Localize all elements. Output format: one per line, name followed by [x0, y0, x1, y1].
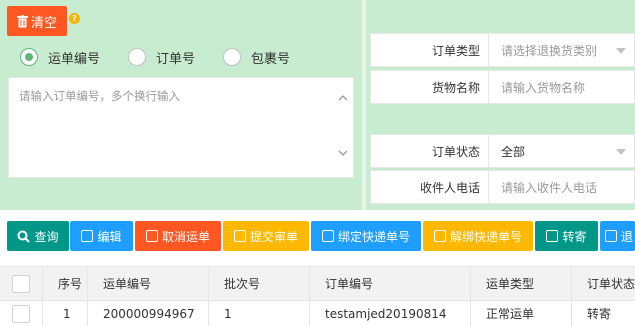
trash-icon: [16, 14, 28, 28]
panel-divider: [362, 0, 366, 210]
waybill-table: 序号 运单编号 批次号 订单编号 运单类型 订单状态 1 20000099496…: [0, 266, 635, 326]
radio-waybill-no[interactable]: 运单编号: [20, 48, 100, 67]
radio-label: 订单号: [156, 51, 196, 67]
table-cell: testamjed20190814: [310, 301, 471, 326]
receiver-phone-field: 收件人电话 请输入收件人电话: [370, 170, 635, 204]
query-button[interactable]: 查询: [7, 221, 69, 251]
submit-review-label: 提交审单: [249, 229, 298, 244]
clear-label: 清空: [30, 15, 57, 31]
left-filter-panel: 清空 ? 运单编号 订单号 包裹号 请输入订单编号，多个换行输入: [0, 0, 362, 210]
return-button[interactable]: 退: [600, 221, 635, 251]
table-cell: 转寄: [587, 307, 612, 321]
edit-icon: [321, 230, 334, 242]
edit-label: 编辑: [97, 229, 122, 244]
caret-down-icon: [616, 48, 626, 54]
order-status-field: 订单状态 全部: [370, 134, 635, 168]
unbind-express-label: 解绑快递单号: [449, 229, 522, 244]
chevron-up-icon[interactable]: [336, 92, 350, 104]
column-header: 批次号: [209, 267, 310, 300]
radio-unchecked-icon: [128, 48, 147, 66]
column-header: 运单类型: [471, 267, 572, 300]
receiver-phone-input[interactable]: 请输入收件人电话: [489, 171, 634, 203]
column-header: 运单编号: [88, 267, 209, 300]
cancel-waybill-button[interactable]: 取消运单: [135, 221, 221, 251]
select-all-checkbox[interactable]: [12, 274, 30, 293]
order-numbers-textarea[interactable]: 请输入订单编号，多个换行输入: [8, 77, 354, 178]
cancel-waybill-label: 取消运单: [161, 229, 210, 244]
return-label: 退: [621, 229, 634, 244]
transfer-button[interactable]: 转寄: [535, 221, 598, 251]
row-select-cell: [0, 301, 43, 326]
order-type-field: 订单类型 请选择退换货类别: [370, 33, 635, 67]
goods-name-field: 货物名称 请输入货物名称: [370, 70, 635, 104]
action-toolbar: 查询 编辑 取消运单 提交审单 绑定快递单号 解绑快递单号 转寄 退: [0, 210, 635, 266]
order-type-select[interactable]: 请选择退换货类别: [489, 34, 634, 66]
edit-icon: [546, 230, 559, 242]
goods-name-input[interactable]: 请输入货物名称: [489, 71, 634, 103]
checkbox-icon: [145, 230, 158, 242]
goods-name-label: 货物名称: [371, 71, 489, 103]
edit-icon: [433, 230, 446, 242]
order-status-select[interactable]: 全部: [489, 135, 634, 167]
search-icon: [17, 230, 31, 243]
share-icon: [605, 230, 617, 242]
bind-express-button[interactable]: 绑定快递单号: [311, 221, 421, 251]
radio-label: 运单编号: [48, 51, 101, 67]
radio-checked-icon: [20, 48, 38, 66]
order-status-value: 全部: [501, 144, 526, 159]
radio-label: 包裹号: [251, 51, 291, 67]
table-cell: 正常运单: [471, 301, 572, 326]
radio-package-no[interactable]: 包裹号: [223, 48, 290, 67]
edit-button[interactable]: 编辑: [70, 221, 133, 251]
checkbox-icon: [233, 230, 246, 242]
row-checkbox[interactable]: [12, 304, 30, 323]
search-type-radio-group: 运单编号 订单号 包裹号: [20, 46, 318, 68]
column-header: 订单状态: [587, 277, 635, 291]
table-cell: 1: [209, 301, 310, 326]
transfer-label: 转寄: [562, 229, 587, 244]
chevron-down-icon[interactable]: [336, 147, 350, 159]
unbind-express-button[interactable]: 解绑快递单号: [423, 221, 533, 251]
order-status-label: 订单状态: [371, 135, 489, 167]
table-cell: 1: [43, 301, 88, 326]
bind-express-label: 绑定快递单号: [337, 229, 410, 244]
radio-unchecked-icon: [223, 48, 242, 66]
column-header: 序号: [43, 267, 88, 300]
help-icon[interactable]: ?: [69, 13, 80, 24]
table-header: 序号 运单编号 批次号 订单编号 运单类型 订单状态: [0, 266, 635, 301]
receiver-phone-label: 收件人电话: [371, 171, 489, 203]
select-all-cell: [0, 267, 43, 300]
edit-icon: [81, 230, 94, 242]
radio-order-no[interactable]: 订单号: [128, 48, 195, 67]
caret-down-icon: [616, 149, 626, 155]
table-cell: 200000994967: [88, 301, 209, 326]
column-header: 订单编号: [310, 267, 471, 300]
order-type-label: 订单类型: [371, 34, 489, 66]
clear-button[interactable]: 清空: [7, 6, 67, 36]
order-type-value: 请选择退换货类别: [501, 43, 598, 58]
submit-review-button[interactable]: 提交审单: [223, 221, 309, 251]
query-label: 查询: [34, 229, 59, 244]
table-row[interactable]: 1 200000994967 1 testamjed20190814 正常运单 …: [0, 301, 635, 326]
